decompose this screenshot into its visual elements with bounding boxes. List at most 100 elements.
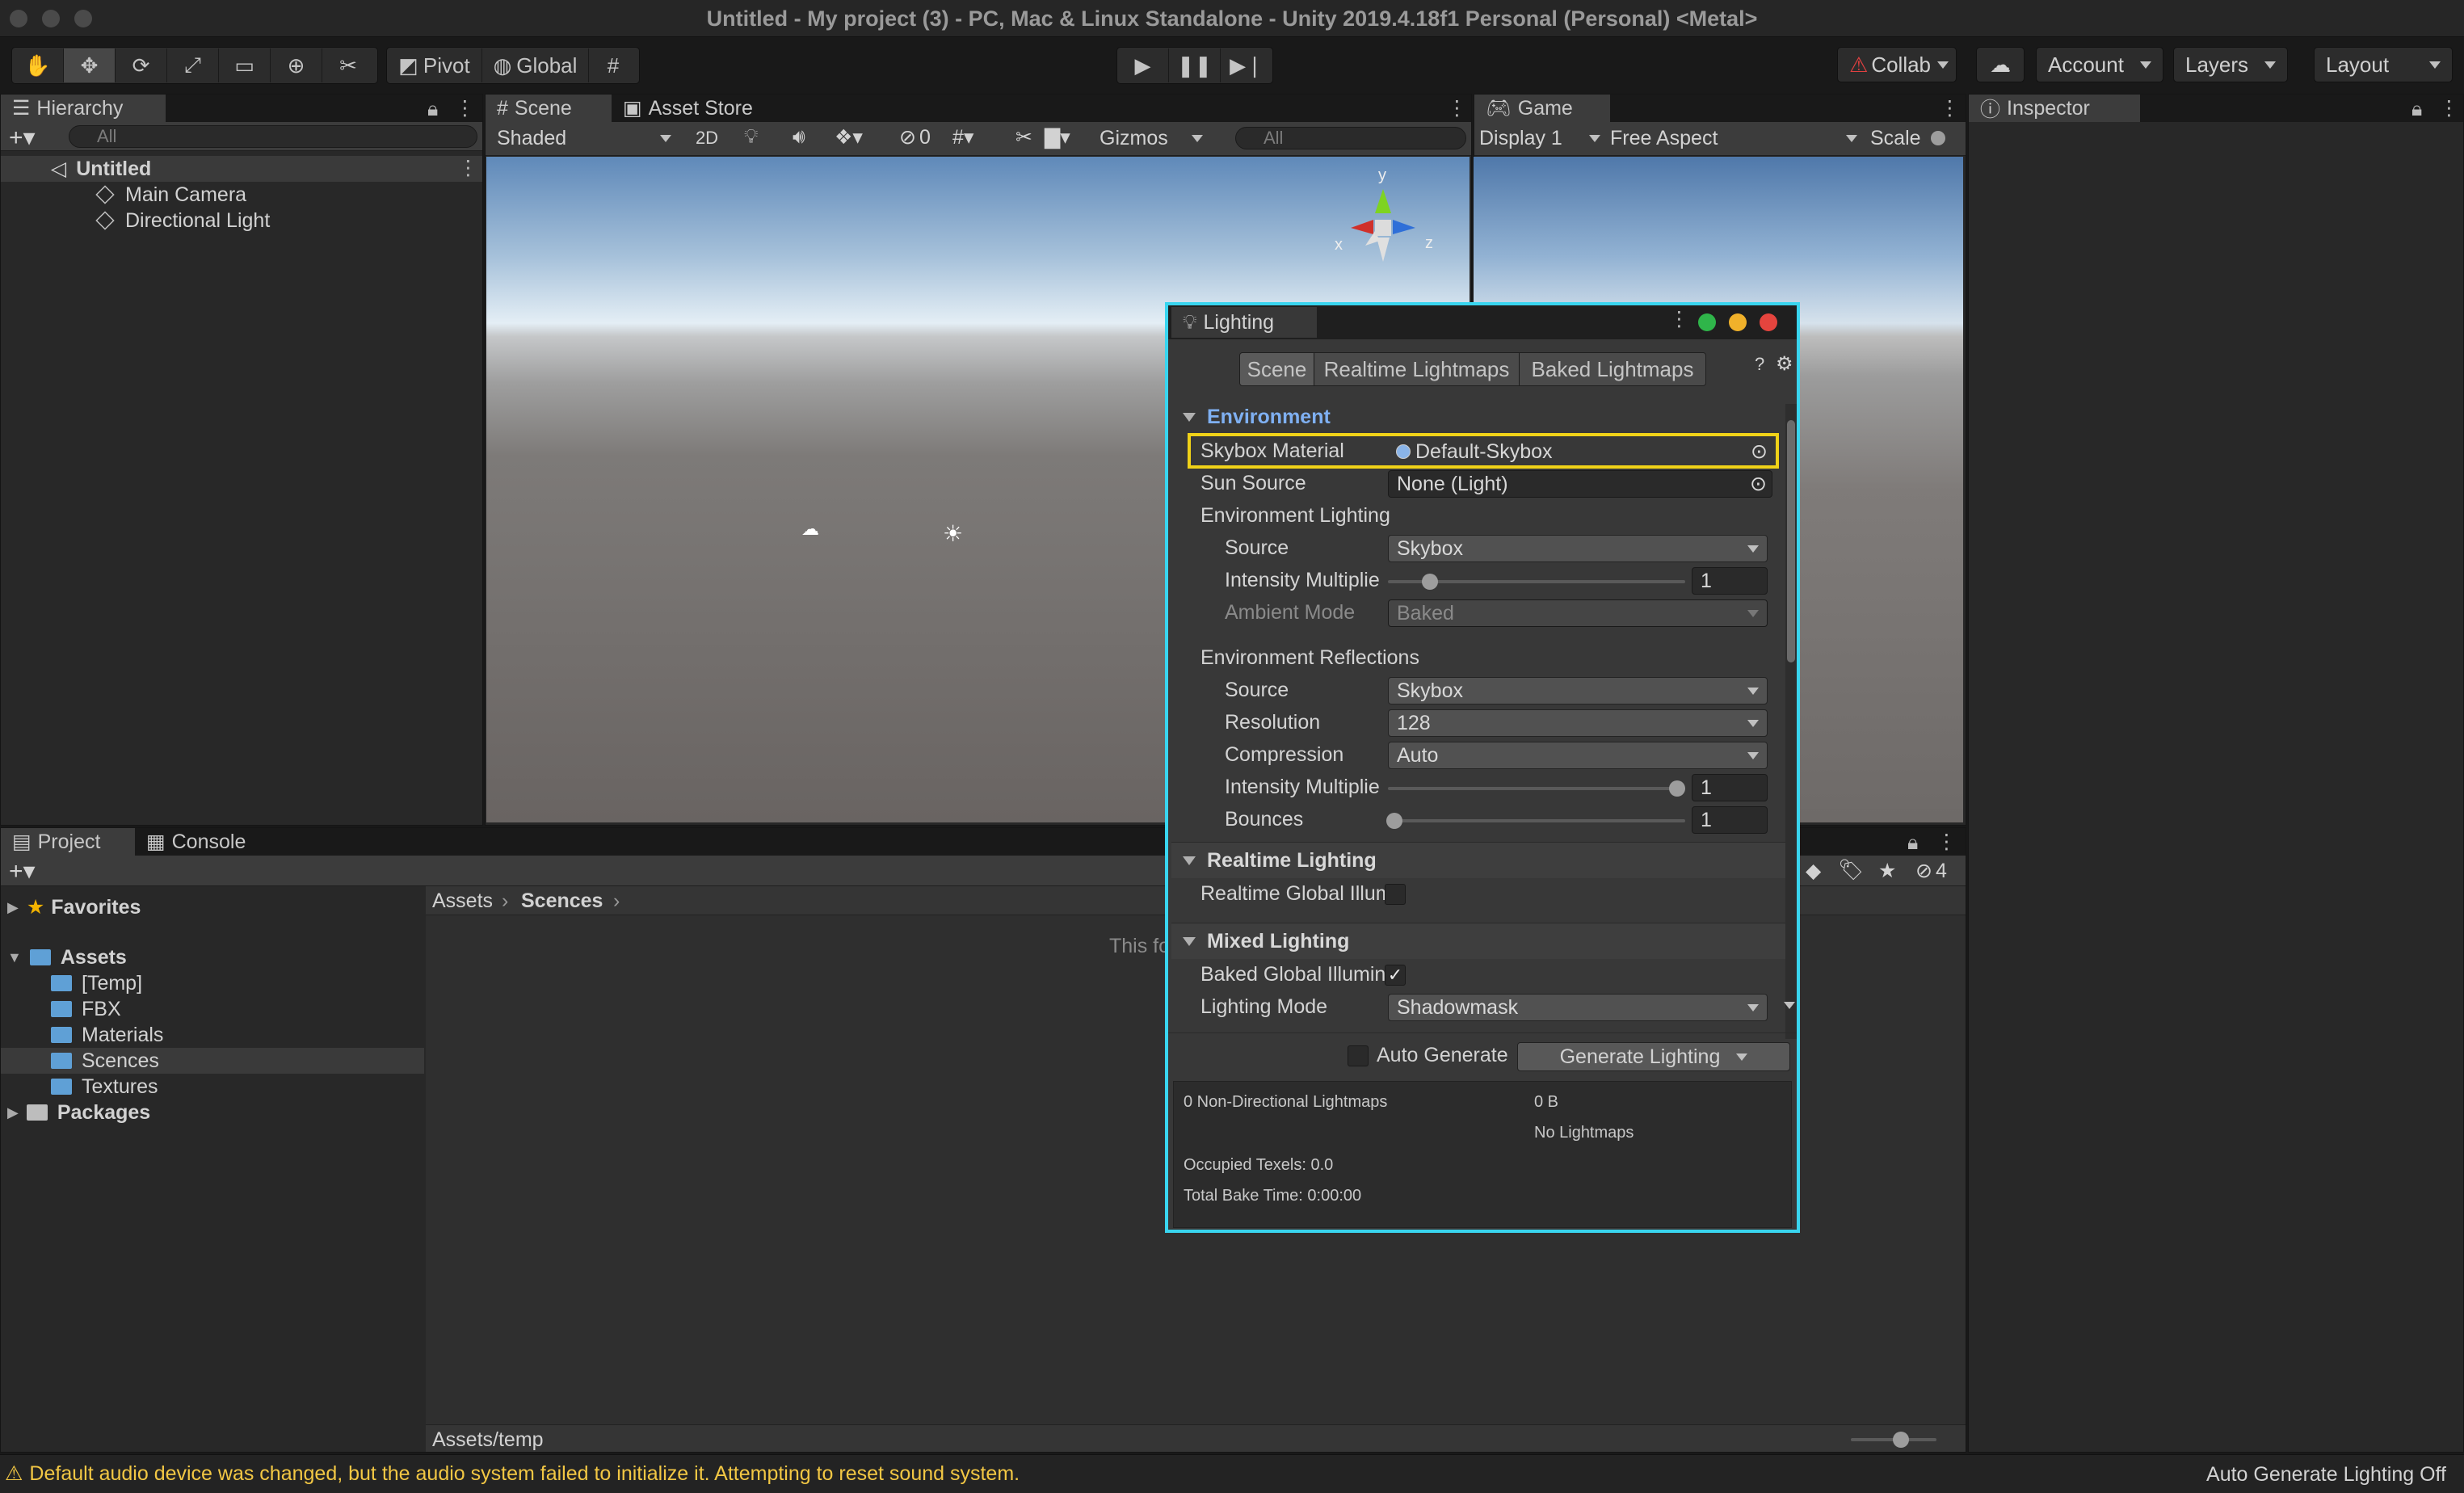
mixed-lighting-section-header[interactable]: Mixed Lighting (1171, 923, 1785, 959)
account-dropdown[interactable]: Account (2036, 47, 2163, 82)
scale-tool-icon[interactable]: ⤢ (167, 48, 219, 82)
custom-tool-icon[interactable]: ✂ (322, 48, 374, 82)
scene-visibility-toggle[interactable]: ⊘ 0 (899, 125, 931, 149)
breadcrumb-scences[interactable]: Scences (521, 888, 603, 914)
rect-tool-icon[interactable]: ▭ (219, 48, 271, 82)
create-plus-icon[interactable]: +▾ (9, 124, 36, 152)
breadcrumb-assets[interactable]: Assets (432, 888, 493, 914)
realtime-gi-checkbox[interactable] (1385, 884, 1406, 905)
tab-lighting-scene[interactable]: Scene (1240, 353, 1314, 385)
settings-gear-icon[interactable]: ⚙ (1776, 352, 1793, 376)
scene-lighting-icon[interactable]: 💡︎ (744, 125, 759, 149)
pivot-button[interactable]: ◩ Pivot (387, 48, 482, 82)
grid-toggle-icon[interactable]: #▾ (952, 125, 973, 149)
play-button[interactable]: ▶ (1117, 48, 1169, 82)
folder-item-fbx[interactable]: FBX (51, 996, 121, 1022)
object-picker-icon[interactable]: ⊙ (1751, 439, 1768, 464)
resolution-dropdown[interactable]: 128 (1388, 709, 1768, 737)
panel-menu-icon[interactable]: ⋮ (1940, 96, 1960, 120)
hierarchy-item-directional-light[interactable]: Directional Light (95, 208, 270, 233)
close-red-button[interactable] (1760, 313, 1777, 331)
env-intensity-input[interactable]: 1 (1692, 567, 1768, 595)
move-tool-icon[interactable]: ✥ (64, 48, 116, 82)
tab-baked-lightmaps[interactable]: Baked Lightmaps (1520, 353, 1705, 385)
layout-dropdown[interactable]: Layout (2314, 47, 2453, 82)
camera-icon[interactable]: ▇▾ (1045, 125, 1070, 149)
lock-icon[interactable]: 🔒︎ (2411, 98, 2422, 121)
auto-generate-checkbox[interactable] (1348, 1045, 1369, 1066)
tools-icon[interactable]: ✂ (1015, 125, 1032, 149)
compression-dropdown[interactable]: Auto (1388, 742, 1768, 769)
toggle-2d-button[interactable]: 2D (691, 125, 723, 151)
tab-game[interactable]: 🎮︎ Game (1474, 95, 1610, 122)
gizmos-dropdown[interactable]: Gizmos (1100, 125, 1203, 151)
scene-orientation-gizmo[interactable]: y x z (1318, 157, 1448, 286)
panel-menu-icon[interactable]: ⋮ (1936, 830, 1957, 854)
refl-source-dropdown[interactable]: Skybox (1388, 677, 1768, 704)
scale-knob[interactable] (1930, 131, 1945, 145)
rotate-tool-icon[interactable]: ⟳ (116, 48, 167, 82)
baked-gi-checkbox[interactable]: ✓ (1385, 965, 1406, 986)
scene-menu-icon[interactable]: ⋮ (458, 156, 478, 180)
object-picker-icon[interactable]: ⊙ (1750, 472, 1767, 496)
lighting-tab[interactable]: 💡︎ Lighting (1171, 307, 1317, 338)
skybox-material-field[interactable]: Default-Skybox ⊙ (1388, 438, 1772, 465)
tab-inspector[interactable]: ⓘ Inspector (1969, 95, 2140, 122)
hierarchy-search-input[interactable]: All (69, 125, 477, 148)
console-warning-message[interactable]: ⚠ Default audio device was changed, but t… (5, 1461, 1020, 1486)
grid-snap-icon[interactable]: # (589, 48, 637, 82)
assets-folder-item[interactable]: ▼ Assets (7, 944, 127, 970)
help-icon[interactable]: ? (1755, 354, 1764, 375)
tab-realtime-lightmaps[interactable]: Realtime Lightmaps (1314, 353, 1520, 385)
hierarchy-item-main-camera[interactable]: Main Camera (95, 182, 246, 208)
light-gizmo-icon[interactable]: ☀ (943, 520, 963, 547)
aspect-dropdown[interactable]: Free Aspect (1610, 125, 1857, 151)
create-plus-icon[interactable]: +▾ (9, 857, 36, 885)
panel-menu-icon[interactable]: ⋮ (455, 96, 475, 120)
lock-icon[interactable]: 🔒︎ (427, 98, 438, 121)
folder-item-materials[interactable]: Materials (51, 1022, 163, 1048)
hand-tool-icon[interactable]: ✋ (12, 48, 64, 82)
scene-search-input[interactable]: All (1235, 127, 1466, 149)
lighting-scrollbar[interactable] (1785, 404, 1797, 1039)
lighting-mode-dropdown[interactable]: Shadowmask (1388, 994, 1768, 1021)
tab-scene[interactable]: # Scene (486, 95, 629, 122)
filter-by-type-icon[interactable]: ◆ (1806, 859, 1821, 883)
scale-slider[interactable]: Scale (1870, 125, 1945, 151)
favorite-star-icon[interactable]: ★ (1878, 859, 1896, 883)
realtime-lighting-section-header[interactable]: Realtime Lighting (1171, 842, 1785, 878)
cloud-icon[interactable]: ☁ (1976, 47, 2025, 82)
tab-hierarchy[interactable]: ☰ Hierarchy (1, 95, 166, 122)
lock-icon[interactable]: 🔒︎ (1907, 831, 1918, 855)
camera-gizmo-icon[interactable]: ☁ (801, 519, 819, 540)
scene-row[interactable]: ◁ Untitled ⋮ (1, 156, 482, 182)
generate-lighting-button[interactable]: Generate Lighting (1517, 1042, 1790, 1071)
tab-project[interactable]: ▤ Project (1, 828, 153, 856)
window-menu-icon[interactable]: ⋮ (1669, 307, 1689, 331)
icon-size-knob[interactable] (1893, 1432, 1909, 1448)
panel-menu-icon[interactable]: ⋮ (2439, 96, 2459, 120)
scene-effects-icon[interactable]: ❖▾ (835, 125, 863, 149)
global-button[interactable]: ◍ Global (482, 48, 589, 82)
favorites-item[interactable]: ▶ ★ Favorites (7, 894, 141, 920)
refl-intensity-input[interactable]: 1 (1692, 774, 1768, 801)
packages-folder-item[interactable]: ▶ Packages (7, 1100, 150, 1125)
maximize-green-button[interactable] (1698, 313, 1716, 331)
layers-dropdown[interactable]: Layers (2173, 47, 2288, 82)
filter-by-label-icon[interactable]: 🏷︎ (1838, 859, 1864, 882)
bounces-input[interactable]: 1 (1692, 806, 1768, 834)
pause-button[interactable]: ❚❚ (1169, 48, 1221, 82)
display-dropdown[interactable]: Display 1 (1479, 125, 1600, 151)
panel-menu-icon[interactable]: ⋮ (1447, 96, 1467, 120)
folder-item-scences[interactable]: Scences (51, 1048, 159, 1074)
transform-tool-icon[interactable]: ⊕ (271, 48, 322, 82)
bounces-slider[interactable] (1388, 819, 1685, 822)
minimize-yellow-button[interactable] (1729, 313, 1747, 331)
refl-intensity-knob[interactable] (1669, 780, 1685, 797)
env-source-dropdown[interactable]: Skybox (1388, 535, 1768, 562)
scene-audio-icon[interactable]: 🔊︎ (793, 125, 805, 149)
auto-generate-toggle[interactable]: Auto Generate (1348, 1044, 1508, 1067)
folder-item-temp[interactable]: [Temp] (51, 970, 142, 996)
scroll-down-icon[interactable] (1784, 1002, 1795, 1009)
refl-intensity-slider[interactable] (1388, 787, 1685, 790)
